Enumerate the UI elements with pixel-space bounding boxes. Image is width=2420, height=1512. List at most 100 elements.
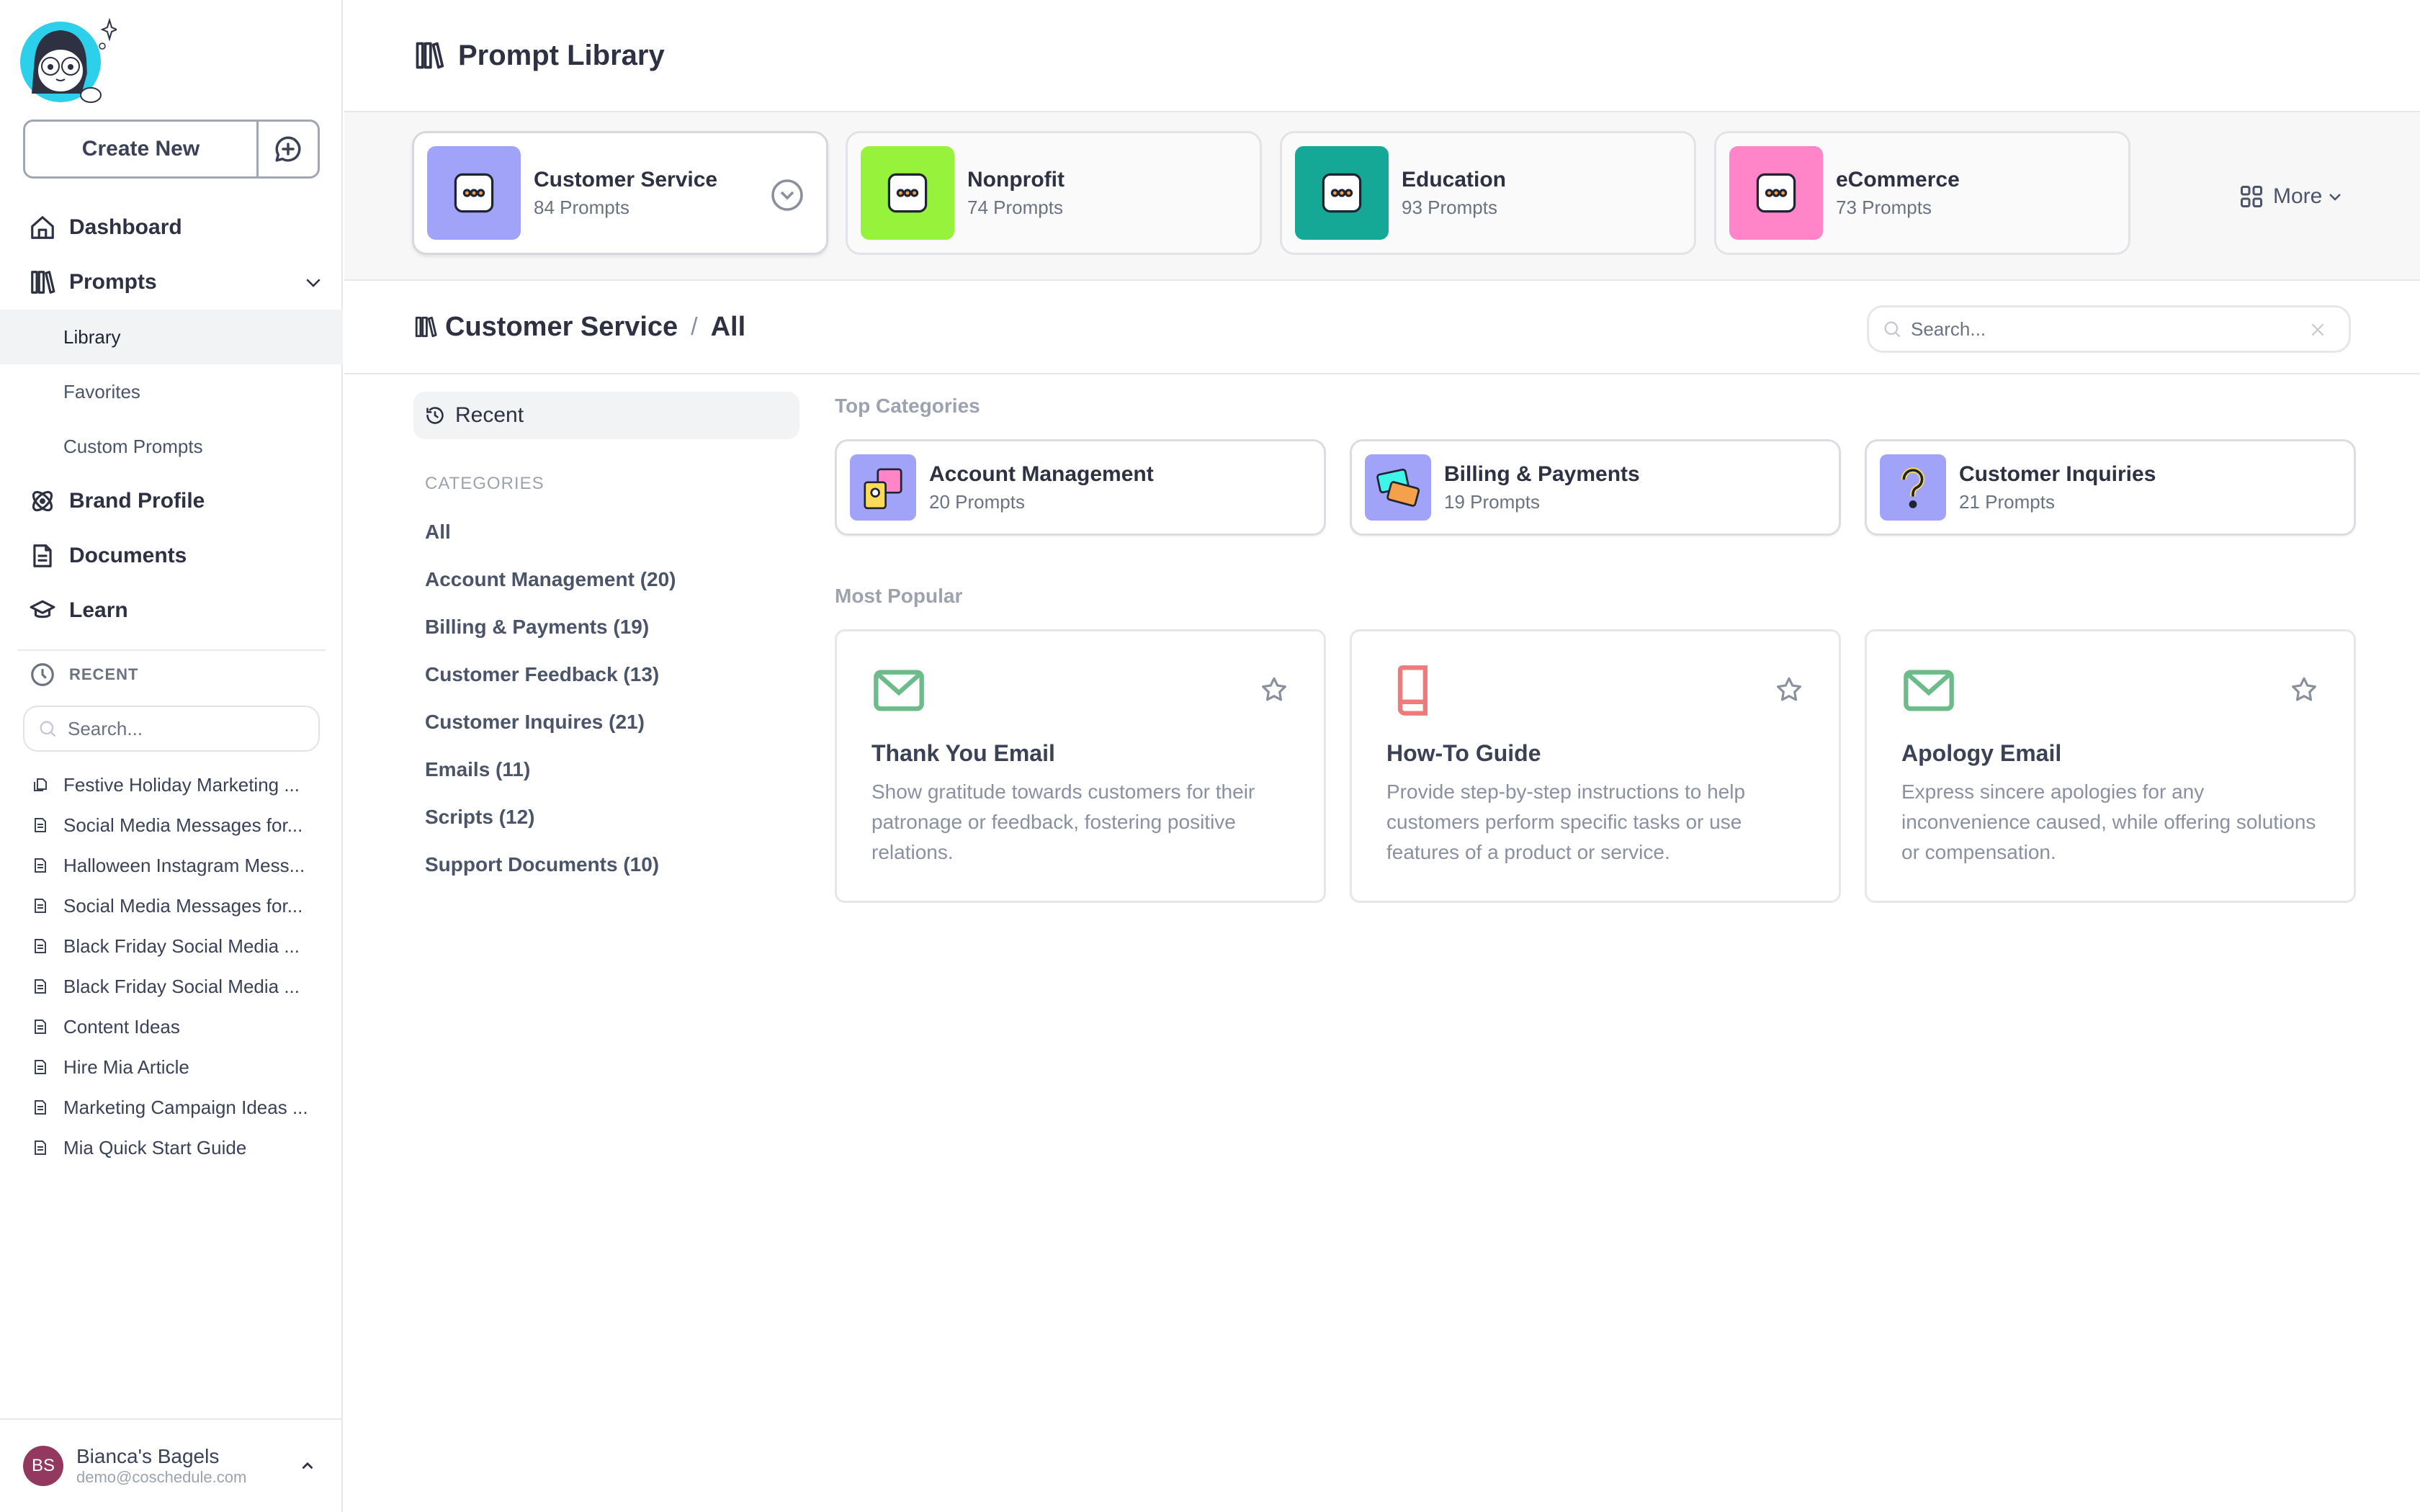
- star-icon[interactable]: [1259, 675, 1289, 705]
- industry-name: eCommerce: [1836, 167, 1960, 192]
- history-icon: [426, 407, 444, 424]
- page-title: Prompt Library: [458, 39, 665, 71]
- new-chat-button[interactable]: [259, 122, 318, 176]
- industry-count: 73 Prompts: [1836, 196, 1932, 218]
- question-mark-icon: [1880, 454, 1946, 521]
- sidebar-item-label: Dashboard: [69, 215, 182, 239]
- sidebar-item-prompts[interactable]: Prompts: [0, 255, 343, 310]
- top-category-count: 21 Prompts: [1959, 490, 2055, 513]
- sidebar-item-custom-prompts[interactable]: Custom Prompts: [0, 419, 343, 474]
- star-icon[interactable]: [1774, 675, 1804, 705]
- prompt-card[interactable]: Thank You Email Show gratitude towards cu…: [835, 629, 1326, 903]
- chevron-down-icon[interactable]: [302, 271, 324, 293]
- prompt-description: Show gratitude towards customers for the…: [871, 780, 1255, 863]
- more-button[interactable]: More: [2238, 112, 2344, 281]
- chevron-up-icon[interactable]: [298, 1457, 317, 1475]
- clock-icon: [31, 663, 54, 686]
- recent-label: RECENT: [69, 665, 139, 683]
- user-menu[interactable]: BS Bianca's Bagels demo@coschedule.com: [0, 1418, 343, 1512]
- sidebar-item-label: Library: [63, 325, 121, 348]
- prompt-card[interactable]: How-To Guide Provide step-by-step instruc…: [1350, 629, 1841, 903]
- handshake-heart-icon: [861, 146, 954, 240]
- category-item[interactable]: Scripts (12): [413, 793, 799, 841]
- sidebar-search-input[interactable]: Search...: [23, 706, 320, 752]
- industry-name: Customer Service: [534, 167, 718, 192]
- user-name: Bianca's Bagels: [76, 1445, 220, 1467]
- create-new-button[interactable]: Create New: [25, 122, 259, 176]
- recent-item[interactable]: Halloween Instagram Mess...: [32, 845, 327, 886]
- recent-header: RECENT: [29, 661, 138, 688]
- most-popular-label: Most Popular: [835, 585, 963, 607]
- recent-item[interactable]: Social Media Messages for...: [32, 805, 327, 845]
- recent-filter-button[interactable]: Recent: [413, 392, 799, 439]
- top-category-count: 19 Prompts: [1444, 490, 1540, 513]
- recent-item[interactable]: Festive Holiday Marketing ...: [32, 765, 327, 805]
- prompt-title: How-To Guide: [1386, 740, 1541, 766]
- industry-card-customer-service[interactable]: Customer Service 84 Prompts: [412, 131, 828, 255]
- more-label: More: [2273, 184, 2323, 208]
- sidebar-item-library[interactable]: Library: [0, 310, 343, 364]
- search-icon: [1884, 321, 1901, 338]
- sidebar-item-documents[interactable]: Documents: [0, 528, 343, 583]
- category-item[interactable]: Emails (11): [413, 746, 799, 793]
- recent-item-label: Hire Mia Article: [63, 1056, 189, 1078]
- industry-card-ecommerce[interactable]: eCommerce 73 Prompts: [1714, 131, 2130, 255]
- top-category-name: Customer Inquiries: [1959, 462, 2156, 486]
- document-icon: [35, 1060, 46, 1074]
- mail-icon: [874, 670, 924, 711]
- category-item[interactable]: Billing & Payments (19): [413, 603, 799, 651]
- industry-count: 74 Prompts: [967, 196, 1063, 218]
- category-item[interactable]: Customer Inquires (21): [413, 698, 799, 746]
- atom-icon: [32, 490, 53, 512]
- industry-card-nonprofit[interactable]: Nonprofit 74 Prompts: [846, 131, 1262, 255]
- breadcrumb-separator: /: [691, 312, 698, 341]
- top-category-card[interactable]: Customer Inquiries 21 Prompts: [1865, 439, 2356, 536]
- sidebar-item-dashboard[interactable]: Dashboard: [0, 200, 343, 255]
- sidebar-item-favorites[interactable]: Favorites: [0, 364, 343, 419]
- chevron-down-circle-icon[interactable]: [770, 178, 805, 212]
- document-icon: [35, 1100, 46, 1115]
- prompt-search-input[interactable]: Search...: [1867, 305, 2351, 353]
- prompt-card[interactable]: Apology Email Express sincere apologies f…: [1865, 629, 2356, 903]
- avatar: BS: [23, 1446, 63, 1486]
- recent-item[interactable]: Black Friday Social Media ...: [32, 926, 327, 966]
- grid-icon: [2241, 186, 2262, 207]
- mia-logo[interactable]: [16, 14, 119, 108]
- prompt-title: Apology Email: [1901, 740, 2062, 766]
- category-item[interactable]: Customer Feedback (13): [413, 651, 799, 698]
- headset-chat-icon: [427, 146, 521, 240]
- recent-item[interactable]: Social Media Messages for...: [32, 886, 327, 926]
- recent-item[interactable]: Black Friday Social Media ...: [32, 966, 327, 1007]
- category-item[interactable]: All: [413, 508, 799, 556]
- industry-card-education[interactable]: Education 93 Prompts: [1280, 131, 1696, 255]
- prompt-title: Thank You Email: [871, 740, 1055, 766]
- sidebar-item-label: Favorites: [63, 380, 140, 402]
- clear-icon[interactable]: [2308, 320, 2327, 339]
- recent-item[interactable]: Hire Mia Article: [32, 1047, 327, 1087]
- breadcrumb-section[interactable]: Customer Service: [445, 312, 678, 343]
- category-item[interactable]: Account Management (20): [413, 556, 799, 603]
- recent-item-label: Social Media Messages for...: [63, 814, 303, 836]
- sidebar-item-brand-profile[interactable]: Brand Profile: [0, 474, 343, 528]
- category-item[interactable]: Support Documents (10): [413, 841, 799, 888]
- recent-item[interactable]: Marketing Campaign Ideas ...: [32, 1087, 327, 1128]
- library-icon: [31, 271, 55, 294]
- document-icon: [35, 939, 46, 953]
- star-icon[interactable]: [2289, 675, 2319, 705]
- top-category-card[interactable]: Billing & Payments 19 Prompts: [1350, 439, 1841, 536]
- categories-header: CATEGORIES: [425, 474, 544, 493]
- recent-filter-label: Recent: [455, 403, 524, 427]
- sidebar-divider: [17, 649, 326, 651]
- document-icon: [35, 1140, 46, 1155]
- document-icon: [33, 544, 52, 567]
- recent-item[interactable]: Content Ideas: [32, 1007, 327, 1047]
- sidebar-item-learn[interactable]: Learn: [0, 583, 343, 638]
- document-icon: [35, 979, 46, 994]
- chat-plus-icon: [275, 136, 301, 162]
- sidebar-item-label: Brand Profile: [69, 489, 205, 513]
- document-icon: [35, 1020, 46, 1034]
- library-icon: [415, 316, 437, 338]
- top-category-count: 20 Prompts: [929, 490, 1025, 513]
- recent-item[interactable]: Mia Quick Start Guide: [32, 1128, 327, 1168]
- top-category-card[interactable]: Account Management 20 Prompts: [835, 439, 1326, 536]
